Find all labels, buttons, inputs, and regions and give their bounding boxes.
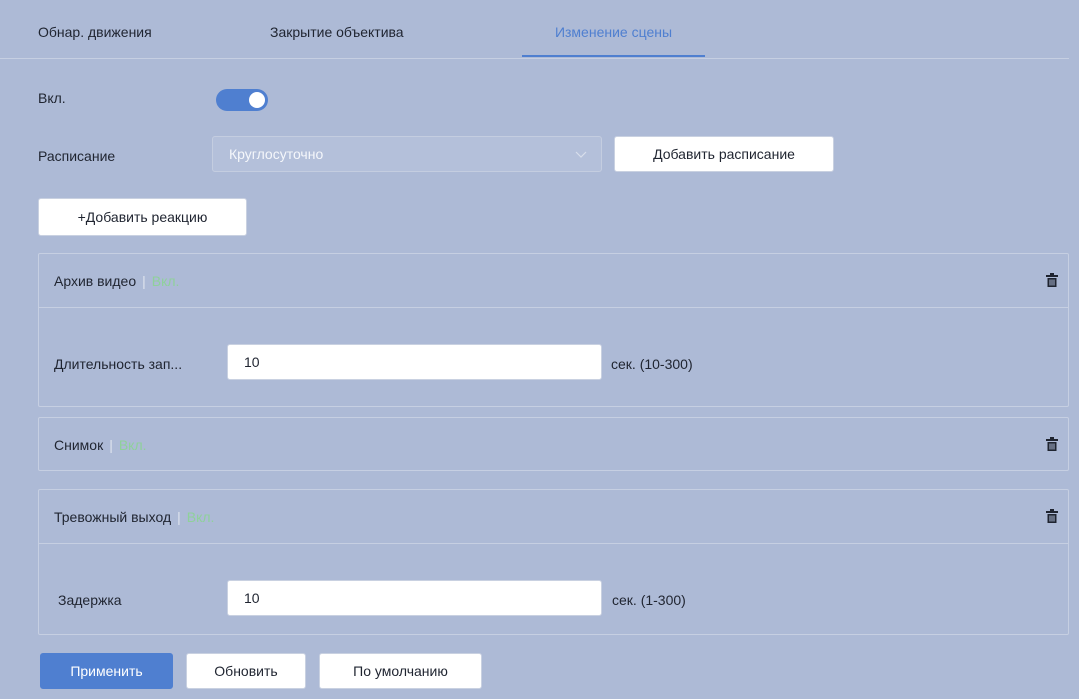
trash-icon[interactable]: [1046, 273, 1058, 287]
apply-button[interactable]: Применить: [40, 653, 173, 689]
tab-scene-change[interactable]: Изменение сцены: [522, 12, 705, 57]
add-reaction-button[interactable]: +Добавить реакцию: [38, 198, 247, 236]
reaction-archive-video: Архив видео | Вкл. Длительность зап... сек…: [38, 253, 1069, 407]
delay-label: Задержка: [58, 592, 122, 608]
reaction-header: Снимок | Вкл.: [39, 418, 1068, 472]
reaction-header: Архив видео | Вкл.: [39, 254, 1068, 308]
reaction-alarm-output: Тревожный выход | Вкл. Задержка сек. (1-30…: [38, 489, 1069, 635]
refresh-button[interactable]: Обновить: [186, 653, 306, 689]
trash-icon[interactable]: [1046, 509, 1058, 523]
reaction-status: Вкл.: [118, 437, 147, 453]
toggle-knob: [249, 92, 265, 108]
trash-icon[interactable]: [1046, 437, 1058, 451]
delay-input[interactable]: [227, 580, 602, 616]
reaction-snapshot: Снимок | Вкл.: [38, 417, 1069, 471]
delay-unit: сек. (1-300): [612, 592, 686, 608]
recording-duration-input[interactable]: [227, 344, 602, 380]
title-separator: |: [109, 437, 113, 453]
title-separator: |: [177, 509, 181, 525]
reaction-name: Снимок: [54, 437, 104, 453]
scene-change-settings-page: Обнар. движения Закрытие объектива Измен…: [0, 0, 1079, 699]
tab-bar: Обнар. движения Закрытие объектива Измен…: [0, 12, 1069, 59]
reaction-header: Тревожный выход | Вкл.: [39, 490, 1068, 544]
enable-toggle[interactable]: [216, 89, 268, 111]
reaction-title: Тревожный выход | Вкл.: [54, 490, 214, 544]
schedule-label: Расписание: [38, 148, 116, 164]
reaction-title: Архив видео | Вкл.: [54, 254, 179, 308]
tab-motion-detection[interactable]: Обнар. движения: [38, 12, 178, 57]
reaction-title: Снимок | Вкл.: [54, 418, 147, 472]
title-separator: |: [142, 273, 146, 289]
reaction-status: Вкл.: [186, 509, 215, 525]
schedule-select-value: Круглосуточно: [229, 146, 324, 162]
schedule-select[interactable]: Круглосуточно: [212, 136, 602, 172]
reaction-name: Тревожный выход: [54, 509, 172, 525]
reaction-status: Вкл.: [151, 273, 180, 289]
recording-duration-label: Длительность зап...: [54, 356, 183, 372]
default-button[interactable]: По умолчанию: [319, 653, 482, 689]
recording-duration-unit: сек. (10-300): [611, 356, 693, 372]
enable-label: Вкл.: [38, 90, 66, 106]
add-schedule-button[interactable]: Добавить расписание: [614, 136, 834, 172]
reaction-name: Архив видео: [54, 273, 137, 289]
tab-lens-cover[interactable]: Закрытие объектива: [270, 12, 450, 57]
chevron-down-icon: [575, 151, 587, 158]
